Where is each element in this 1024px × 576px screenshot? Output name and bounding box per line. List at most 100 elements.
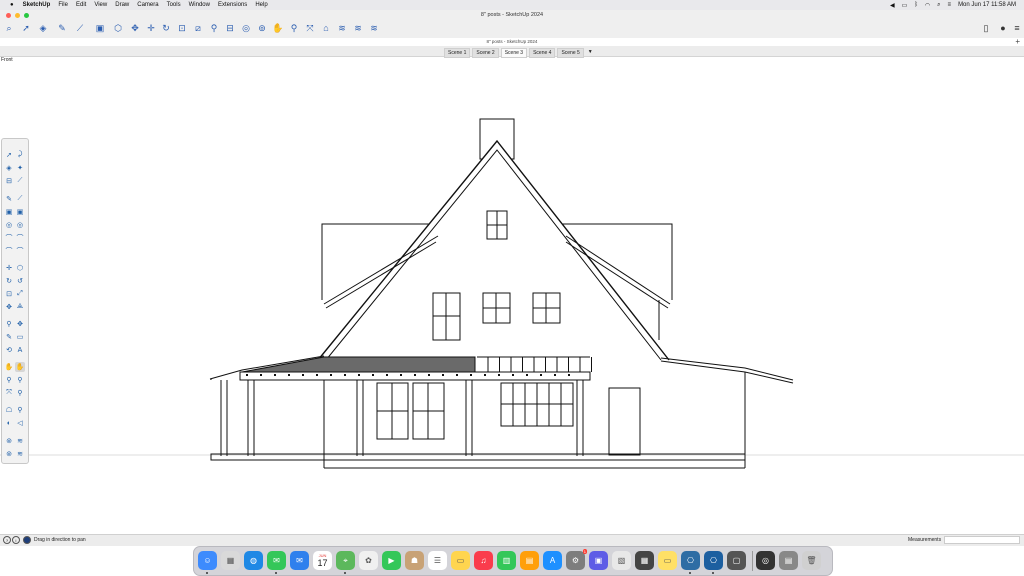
dock-finder-icon[interactable]: ☺ [198,551,217,570]
eraser-icon[interactable]: ◈ [4,163,14,173]
warehouse-icon[interactable]: ⌂ [320,22,332,34]
layout-icon[interactable]: ≋ [15,449,25,459]
document-icon[interactable]: ▯ [980,22,992,34]
dock-reminders-icon[interactable]: ☰ [428,551,447,570]
drawing-canvas[interactable] [0,56,1024,534]
spotlight-icon[interactable]: ⌕ [937,2,940,9]
offset-icon[interactable]: ⤢ [15,289,25,299]
extension-icon[interactable]: ≋ [15,436,25,446]
arc-icon[interactable]: ✎ [4,194,14,204]
protractor-icon[interactable]: ⟁ [15,302,25,312]
rectangle-icon[interactable]: ▣ [94,22,106,34]
dock-quicktime-player-icon[interactable]: ◎ [756,551,775,570]
scale-icon[interactable]: ⊡ [4,289,14,299]
scale-icon[interactable]: ↻ [160,22,172,34]
pan2-icon[interactable]: ✋ [15,362,25,372]
circle-icon[interactable]: ◎ [4,220,14,230]
zoom-extents-icon[interactable]: ⤧ [4,388,14,398]
apple-menu-icon[interactable]: ● [10,2,14,8]
walk-icon[interactable]: ◐ [4,418,14,428]
dock-image-capture-icon[interactable]: ▤ [779,551,798,570]
previous-icon[interactable]: ⚲ [15,388,25,398]
3d-text-icon[interactable]: ▭ [15,332,25,342]
bluetooth-icon[interactable]: ᛒ [914,2,918,8]
dock-preview-icon[interactable]: ▧ [612,551,631,570]
dock-notes-icon[interactable]: ▭ [451,551,470,570]
menu-tools[interactable]: Tools [167,2,181,8]
dock-stickies-icon[interactable]: ▭ [658,551,677,570]
warehouse-icon[interactable]: ⊚ [4,436,14,446]
dock-messages-icon[interactable]: ✉ [267,551,286,570]
rotate-icon[interactable]: ↻ [4,276,14,286]
zoom-extents-icon[interactable]: ⤧ [304,22,316,34]
send-to-layout-icon[interactable]: ≋ [368,22,380,34]
paint-icon[interactable]: ✎ [56,22,68,34]
measurements-input[interactable] [944,536,1020,544]
dock-calendar-icon[interactable]: JUN 17 [313,551,332,570]
clock[interactable]: Mon Jun 17 11:58 AM [958,2,1016,8]
dock-facetime-icon[interactable]: ▶ [382,551,401,570]
dock-safari-icon[interactable]: ◍ [244,551,263,570]
dock-keynote-icon[interactable]: ▤ [520,551,539,570]
move-icon[interactable]: ✥ [129,22,141,34]
push-pull-icon[interactable]: ⬡ [15,263,25,273]
axes-icon[interactable]: ⚲ [4,319,14,329]
eraser-icon[interactable]: ◈ [37,22,49,34]
user-icon[interactable]: ● [997,22,1009,34]
pie-icon[interactable]: ⌒ [4,246,14,256]
arc4-icon[interactable]: ⌒ [15,233,25,243]
menu-view[interactable]: View [94,2,107,8]
dock-music-icon[interactable]: ♫ [474,551,493,570]
dock-screenshot-icon[interactable]: ▢ [727,551,746,570]
freehand-icon[interactable]: ⟋ [15,176,25,186]
dock-calculator-icon[interactable]: ▦ [635,551,654,570]
paint-icon[interactable]: ✦ [15,163,25,173]
orbit-icon[interactable]: ⊚ [256,22,268,34]
rectangle-icon[interactable]: ▣ [4,207,14,217]
dock-app-store-icon[interactable]: A [543,551,562,570]
warehouse2-icon[interactable]: ⊚ [4,449,14,459]
volume-icon[interactable]: ◀ [890,2,895,9]
look-around-icon[interactable]: ⚲ [15,405,25,415]
control-center-icon[interactable]: ≡ [948,2,952,8]
pan-icon[interactable]: ✋ [272,22,284,34]
app-menu[interactable]: SketchUp [23,2,51,8]
push-pull-icon[interactable]: ⬡ [112,22,124,34]
wifi-icon[interactable]: ◠ [925,2,930,9]
follow-me-icon[interactable]: ↺ [15,276,25,286]
battery-icon[interactable]: ▭ [902,2,908,9]
pan-icon[interactable]: ✋ [4,362,14,372]
move-icon[interactable]: ✛ [4,263,14,273]
select-icon[interactable]: ➚ [20,22,32,34]
dimension-icon[interactable]: ⚲ [208,22,220,34]
extension-warehouse-icon[interactable]: ≋ [336,22,348,34]
menu-camera[interactable]: Camera [137,2,158,8]
line-icon[interactable]: ⊟ [4,176,14,186]
zoom-tool-icon[interactable]: ⚲ [288,22,300,34]
orbit-icon[interactable]: ⟲ [4,345,14,355]
dock-contacts-icon[interactable]: ☗ [405,551,424,570]
pie2-icon[interactable]: ⌒ [15,246,25,256]
add-tab-icon[interactable]: + [1015,37,1020,46]
menu-file[interactable]: File [58,2,68,8]
select-icon[interactable]: ➚ [4,150,14,160]
section-plane-icon[interactable]: ◁ [15,418,25,428]
rotated-rect-icon[interactable]: ▣ [15,207,25,217]
dock-trash-icon[interactable]: 🗑 [802,551,821,570]
lasso-icon[interactable]: ⤸ [15,150,25,160]
offset-icon[interactable]: ⊡ [176,22,188,34]
dock-system-settings-icon[interactable]: ⚙ 1 [566,549,587,570]
protractor-icon[interactable]: ⊟ [224,22,236,34]
dock-numbers-icon[interactable]: ▥ [497,551,516,570]
text-icon[interactable]: ◎ [240,22,252,34]
menu-edit[interactable]: Edit [76,2,86,8]
tape-measure-icon[interactable]: ⧄ [192,22,204,34]
polygon-icon[interactable]: ◎ [15,220,25,230]
dock-mail-icon[interactable]: ✉ [290,551,309,570]
rotate-icon[interactable]: ✛ [145,22,157,34]
position-camera-icon[interactable]: ☖ [4,405,14,415]
menu-help[interactable]: Help [255,2,267,8]
arc3-icon[interactable]: ⌒ [4,233,14,243]
search-icon[interactable]: ⌕ [3,22,15,34]
menu-draw[interactable]: Draw [115,2,129,8]
